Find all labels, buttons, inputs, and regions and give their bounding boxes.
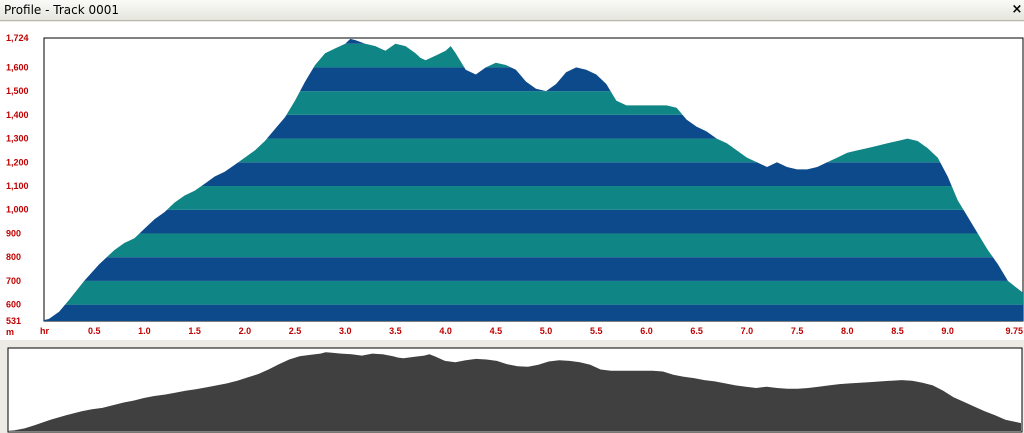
- x-tick-label: 2.0: [239, 326, 252, 336]
- x-tick-label: 3.0: [339, 326, 352, 336]
- y-tick-label: 1,100: [6, 181, 29, 191]
- x-tick-label: 9.75: [1005, 326, 1023, 336]
- window-title: Profile - Track 0001: [4, 3, 120, 17]
- elevation-band: [44, 257, 1023, 281]
- y-unit-label: m: [6, 327, 14, 337]
- y-tick-label: 1,724: [6, 33, 29, 43]
- elevation-band: [44, 304, 1023, 321]
- x-tick-label: 5.5: [590, 326, 603, 336]
- overview-panel[interactable]: [0, 344, 1024, 433]
- x-tick-label: 7.0: [741, 326, 754, 336]
- x-tick-label: 9.0: [941, 326, 954, 336]
- x-unit-label: hr: [40, 326, 49, 336]
- y-tick-label: 1,200: [6, 157, 29, 167]
- x-tick-label: 7.5: [791, 326, 804, 336]
- x-tick-label: 0.5: [88, 326, 101, 336]
- y-axis-ticks: 531 600 700 800 900 1,000 1,100 1,200 1,300 1,400…: [6, 33, 29, 326]
- x-tick-label: 5.0: [540, 326, 553, 336]
- x-tick-label: 2.5: [289, 326, 302, 336]
- y-tick-label: 900: [6, 228, 21, 238]
- title-bar[interactable]: Profile - Track 0001: [0, 0, 1024, 21]
- x-tick-label: 8.0: [841, 326, 854, 336]
- y-tick-label: 1,400: [6, 110, 29, 120]
- y-tick-label: 800: [6, 252, 21, 262]
- elevation-band: [44, 209, 1023, 234]
- x-tick-label: 4.5: [490, 326, 503, 336]
- x-tick-label: 1.5: [188, 326, 201, 336]
- overview-chart-svg: [7, 347, 1023, 433]
- elevation-band: [44, 280, 1023, 305]
- y-tick-label: 1,000: [6, 205, 29, 215]
- y-tick-label: 1,500: [6, 86, 29, 96]
- y-tick-label: 600: [6, 300, 21, 310]
- x-tick-label: 6.5: [690, 326, 703, 336]
- x-axis-ticks: 0.5 1.0 1.5 2.0 2.5 3.0 3.5 4.0 4.5 5.0 5.5 6.0 6.5 7…: [88, 326, 1023, 336]
- profile-chart-svg: 531 600 700 800 900 1,000 1,100 1,200 1,300 1,400…: [6, 33, 1024, 337]
- close-button[interactable]: [1010, 2, 1024, 18]
- profile-window: Profile - Track 0001 531 600 700 800 900 1,00…: [0, 0, 1024, 433]
- y-tick-label: 700: [6, 276, 21, 286]
- y-tick-label: 1,300: [6, 134, 29, 144]
- x-tick-label: 8.5: [891, 326, 904, 336]
- elevation-profile-chart[interactable]: 531 600 700 800 900 1,000 1,100 1,200 1,300 1,400…: [0, 22, 1024, 340]
- x-tick-label: 3.5: [389, 326, 402, 336]
- x-tick-label: 1.0: [138, 326, 151, 336]
- y-tick-label: 531: [6, 316, 21, 326]
- y-tick-label: 1,600: [6, 62, 29, 72]
- x-tick-label: 6.0: [640, 326, 653, 336]
- elevation-band: [44, 233, 1023, 258]
- x-tick-label: 4.0: [439, 326, 452, 336]
